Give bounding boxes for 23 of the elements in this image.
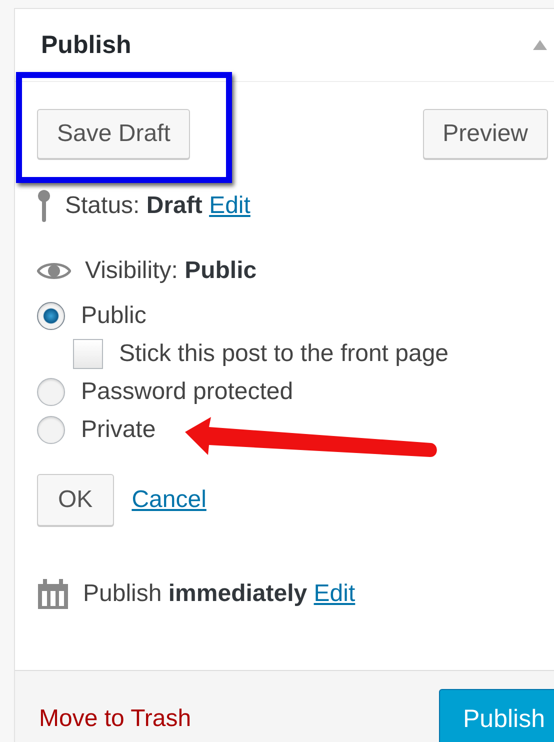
visibility-text: Visibility: Public (85, 257, 257, 285)
radio-button[interactable] (37, 302, 65, 330)
panel-title: Publish (41, 30, 132, 60)
eye-icon (37, 260, 71, 282)
pin-icon (37, 189, 51, 223)
save-draft-button[interactable]: Save Draft (37, 109, 190, 159)
collapse-icon[interactable] (532, 39, 548, 51)
preview-button[interactable]: Preview (422, 109, 548, 159)
radio-label[interactable]: Public (81, 302, 146, 330)
ok-button[interactable]: OK (37, 474, 114, 526)
edit-link[interactable]: Edit (314, 580, 356, 607)
radio-label[interactable]: Private (81, 416, 156, 444)
radio-button[interactable] (37, 378, 65, 406)
checkbox[interactable] (73, 338, 103, 368)
calendar-icon (37, 578, 69, 610)
edit-link[interactable]: Edit (209, 192, 250, 219)
cancel-link[interactable]: Cancel (132, 486, 206, 514)
status-text: Status: Draft Edit (65, 192, 250, 220)
checkbox-label[interactable]: Stick this post to the front page (119, 340, 449, 368)
trash-link[interactable]: Move to Trash (39, 705, 192, 733)
radio-button[interactable] (37, 416, 65, 444)
schedule-text: Publish immediately Edit (83, 580, 356, 608)
radio-label[interactable]: Password protected (81, 378, 294, 406)
